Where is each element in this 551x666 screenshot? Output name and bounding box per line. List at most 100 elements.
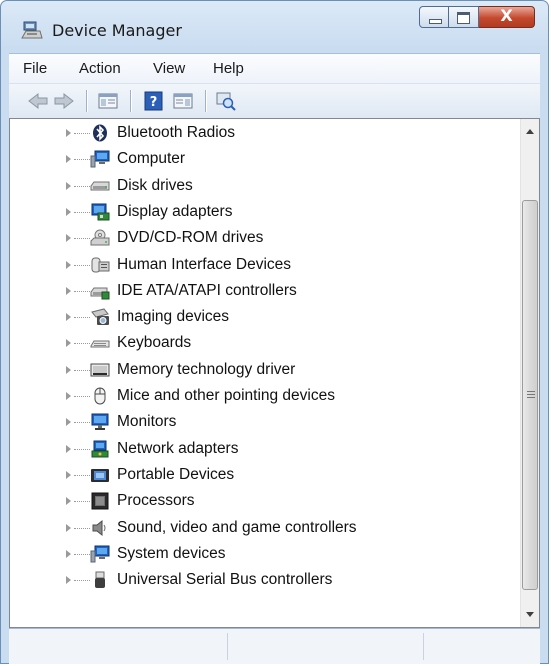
tree-connector (74, 422, 90, 424)
maximize-button[interactable] (449, 6, 479, 28)
toolbar-separator (205, 90, 207, 112)
tree-item-label: Universal Serial Bus controllers (117, 571, 333, 589)
tree-item[interactable]: Mice and other pointing devices (10, 383, 530, 409)
tree-item-label: Sound, video and game controllers (117, 518, 357, 536)
tree-item[interactable]: Display adapters (10, 199, 530, 225)
help-icon[interactable]: ? (143, 91, 165, 111)
tree-connector (74, 396, 90, 397)
expand-arrow-icon[interactable] (66, 155, 71, 164)
monitor-icon (90, 413, 110, 431)
expand-arrow-icon[interactable] (66, 234, 71, 243)
tree-item-label: IDE ATA/ATAPI controllers (117, 281, 297, 299)
tree-connector (74, 238, 90, 240)
menu-file[interactable]: File (23, 60, 47, 77)
expand-arrow-icon[interactable] (66, 365, 71, 374)
bluetooth-icon (90, 124, 110, 142)
grip-line (527, 394, 535, 395)
tree-connector (74, 211, 90, 213)
status-pane-1 (9, 633, 228, 660)
tree-item[interactable]: Network adapters (10, 436, 530, 462)
tree-item[interactable]: Memory technology driver (10, 357, 530, 383)
tree-item-label: Network adapters (117, 439, 239, 457)
tree-item[interactable]: Computer (10, 146, 530, 172)
grip-line (527, 391, 535, 392)
tree-item-label: Processors (117, 492, 195, 510)
mouse-icon (90, 387, 110, 405)
expand-arrow-icon[interactable] (66, 523, 71, 532)
tree-item-label: Portable Devices (117, 465, 235, 483)
expand-arrow-icon[interactable] (66, 260, 71, 269)
tree-connector (74, 527, 90, 529)
title-bar[interactable]: Device Manager X (1, 1, 548, 53)
tree-connector (74, 501, 90, 503)
show-hide-action-pane-icon[interactable] (172, 91, 194, 111)
tree-connector (74, 159, 90, 161)
network-adapter-icon (90, 440, 110, 458)
hid-icon (90, 256, 110, 274)
expand-arrow-icon[interactable] (66, 207, 71, 216)
expand-arrow-icon[interactable] (66, 444, 71, 453)
tree-item[interactable]: Processors (10, 488, 530, 514)
tree-connector (74, 317, 90, 319)
tree-item-label: Imaging devices (117, 308, 230, 326)
usb-icon (90, 571, 110, 589)
close-button[interactable]: X (479, 6, 535, 28)
minimize-button[interactable] (419, 6, 449, 28)
vertical-scrollbar[interactable] (520, 119, 539, 627)
scan-hardware-changes-icon[interactable] (215, 91, 237, 111)
tree-connector (74, 343, 90, 345)
dvd-drive-icon (90, 229, 110, 247)
tree-item[interactable]: Keyboards (10, 330, 530, 356)
tree-item[interactable]: Monitors (10, 409, 530, 435)
back-arrow-icon[interactable] (27, 91, 49, 111)
menu-action[interactable]: Action (79, 60, 121, 77)
tree-item[interactable]: Universal Serial Bus controllers (10, 567, 530, 593)
menu-help[interactable]: Help (213, 60, 244, 77)
tree-connector (74, 290, 90, 292)
tree-item-label: Human Interface Devices (117, 255, 292, 273)
display-adapter-icon (90, 203, 110, 221)
svg-text:?: ? (150, 95, 158, 110)
tree-item[interactable]: System devices (10, 541, 530, 567)
tree-item[interactable]: Portable Devices (10, 462, 530, 488)
device-manager-icon (21, 21, 43, 39)
expand-arrow-icon[interactable] (66, 313, 71, 322)
tree-item[interactable]: Human Interface Devices (10, 252, 530, 278)
expand-arrow-icon[interactable] (66, 339, 71, 348)
caption-buttons: X (419, 6, 535, 30)
scroll-up-arrow-icon[interactable] (526, 129, 534, 134)
expand-arrow-icon[interactable] (66, 286, 71, 295)
expand-arrow-icon[interactable] (66, 497, 71, 506)
tree-connector (74, 369, 90, 371)
tree-item-label: Computer (117, 150, 186, 168)
forward-arrow-icon[interactable] (53, 91, 75, 111)
menu-view[interactable]: View (153, 60, 185, 77)
tree-connector (74, 264, 90, 266)
window-title: Device Manager (52, 21, 182, 40)
ide-controller-icon (90, 282, 110, 300)
show-hide-console-tree-icon[interactable] (97, 91, 119, 111)
expand-arrow-icon[interactable] (66, 549, 71, 558)
scroll-down-arrow-icon[interactable] (526, 612, 534, 617)
device-tree[interactable]: Bluetooth Radios Computer Disk drives Displ… (9, 118, 540, 628)
expand-arrow-icon[interactable] (66, 392, 71, 400)
expand-arrow-icon[interactable] (66, 470, 71, 479)
tree-item[interactable]: IDE ATA/ATAPI controllers (10, 278, 530, 304)
tree-item[interactable]: Sound, video and game controllers (10, 515, 530, 541)
tree-item-label: Monitors (117, 413, 177, 431)
device-manager-window: Device Manager X File Action View Help ?… (0, 0, 549, 664)
expand-arrow-icon[interactable] (66, 418, 71, 427)
scrollbar-thumb[interactable] (522, 200, 538, 590)
expand-arrow-icon[interactable] (66, 129, 71, 137)
tree-connector (74, 133, 90, 134)
tree-item[interactable]: DVD/CD-ROM drives (10, 225, 530, 251)
tree-item[interactable]: Bluetooth Radios (10, 120, 530, 146)
tree-item-label: Bluetooth Radios (117, 124, 236, 141)
tree-item[interactable]: Imaging devices (10, 304, 530, 330)
expand-arrow-icon[interactable] (66, 181, 71, 190)
tree-item[interactable]: Disk drives (10, 173, 530, 199)
expand-arrow-icon[interactable] (66, 576, 71, 585)
tree-connector (74, 580, 90, 582)
tree-item-label: Keyboards (117, 334, 192, 352)
toolbar-separator (130, 90, 132, 112)
